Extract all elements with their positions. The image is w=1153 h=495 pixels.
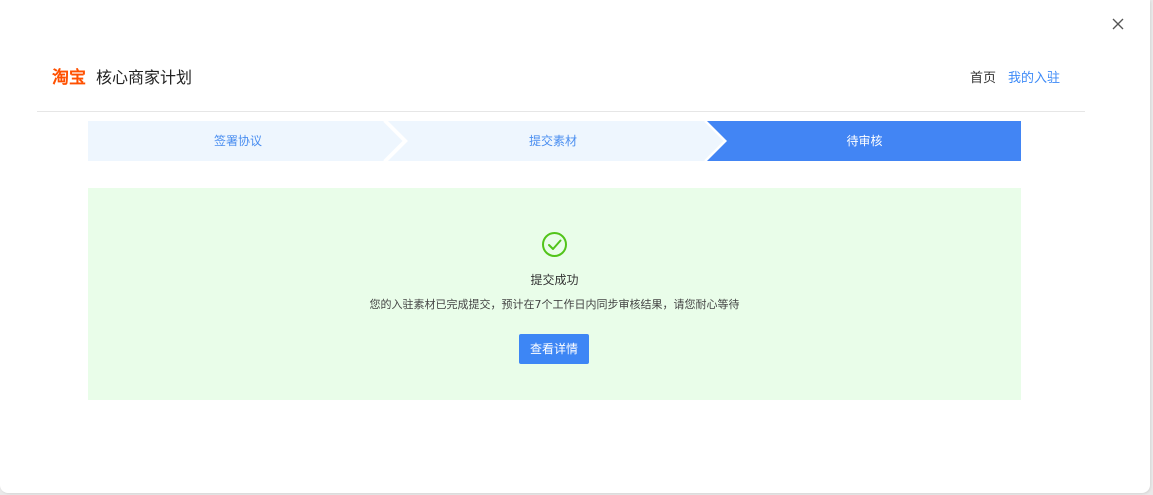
page-title: 核心商家计划 bbox=[96, 68, 193, 87]
result-description: 您的入驻素材已完成提交，预计在7个工作日内同步审核结果，请您耐心等待 bbox=[369, 298, 740, 311]
nav-link-home[interactable]: 首页 bbox=[970, 70, 996, 88]
submission-dialog: 淘宝 核心商家计划 首页 我的入驻 签署协议 提交素材 待审核 提交成功 您的入… bbox=[0, 0, 1150, 493]
result-title: 提交成功 bbox=[530, 273, 579, 287]
check-circle-icon bbox=[541, 231, 568, 258]
nav-link-my-entry[interactable]: 我的入驻 bbox=[1008, 70, 1060, 88]
view-details-button[interactable]: 查看详情 bbox=[519, 334, 589, 364]
result-panel: 提交成功 您的入驻素材已完成提交，预计在7个工作日内同步审核结果，请您耐心等待 … bbox=[88, 188, 1021, 400]
taobao-logo: 淘宝 bbox=[52, 68, 86, 88]
brand: 淘宝 核心商家计划 bbox=[52, 68, 192, 88]
step-pending-review: 待审核 bbox=[846, 134, 883, 148]
step-sign-agreement: 签署协议 bbox=[213, 134, 262, 148]
close-icon[interactable] bbox=[1108, 14, 1128, 34]
step-submit-materials: 提交素材 bbox=[528, 134, 577, 148]
progress-steps: 签署协议 提交素材 待审核 bbox=[88, 121, 1021, 161]
page-header: 淘宝 核心商家计划 首页 我的入驻 bbox=[37, 58, 1085, 112]
top-nav: 首页 我的入驻 bbox=[970, 70, 1060, 88]
